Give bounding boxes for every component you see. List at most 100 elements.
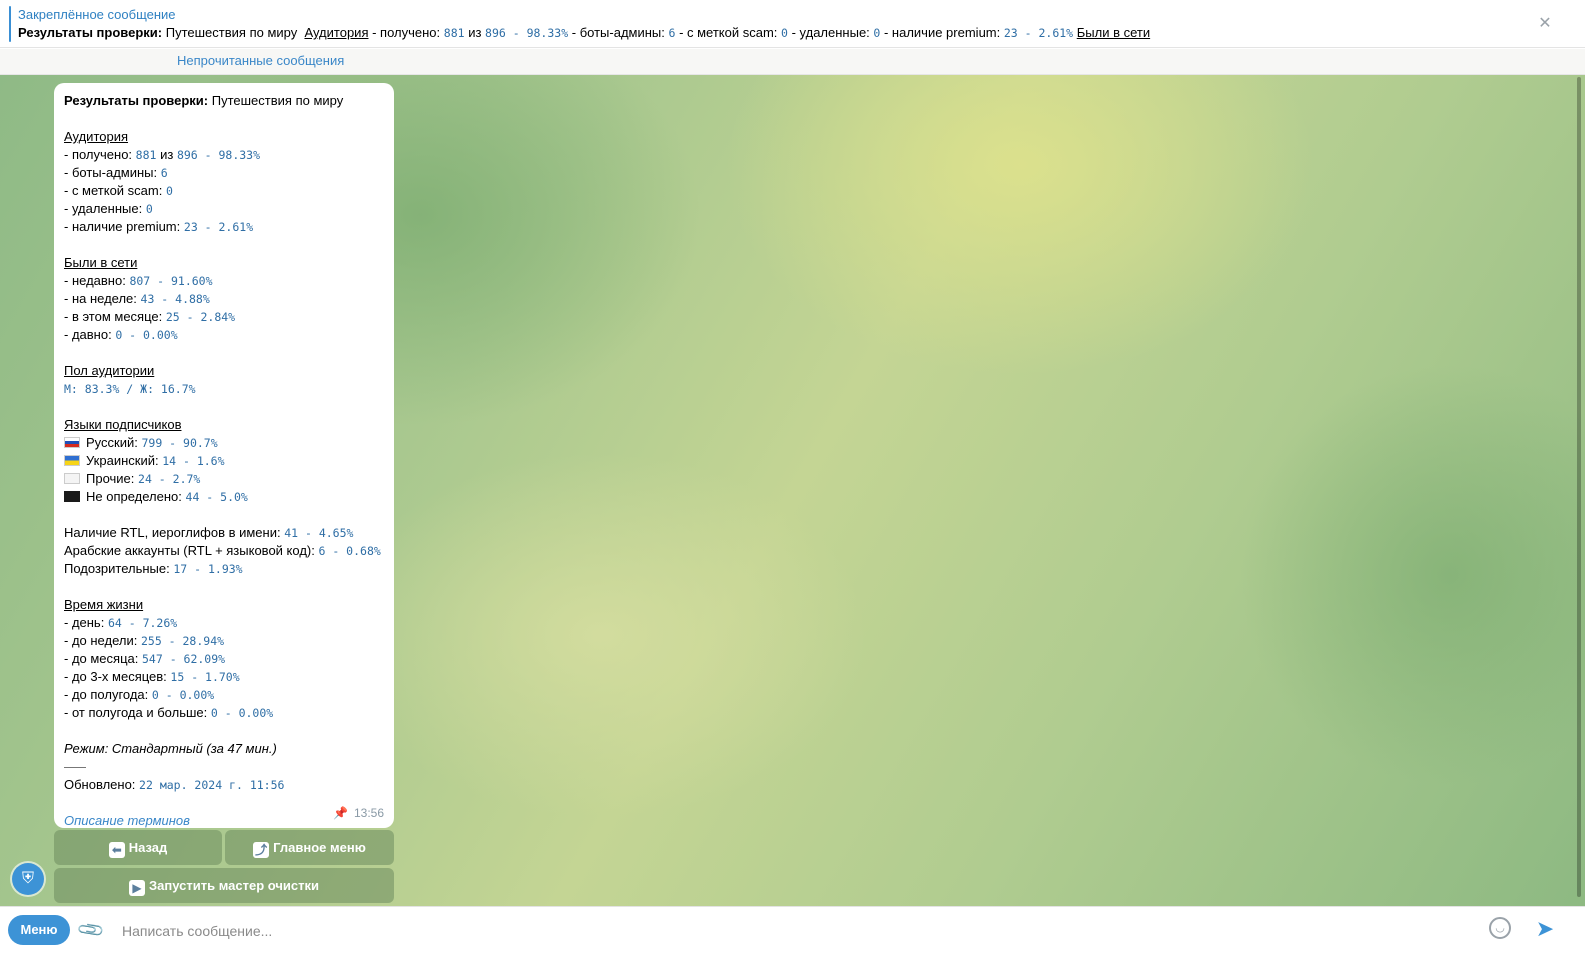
- updated-value: 22 мар. 2024 г. 11:56: [139, 778, 285, 792]
- lt-month-label: - до месяца:: [64, 651, 139, 666]
- ua-label: Украинский:: [86, 453, 159, 468]
- online-week: - на неделе: 43 - 4.88%: [64, 290, 384, 308]
- pinned-scam-label: - с меткой scam:: [679, 25, 778, 40]
- misc-arabic: Арабские аккаунты (RTL + языковой код): …: [64, 542, 384, 560]
- pinned-audience-link[interactable]: Аудитория: [304, 25, 368, 40]
- recent-value: 807 - 91.60%: [129, 274, 213, 288]
- pin-icon: 📌: [333, 806, 348, 820]
- arab-label: Арабские аккаунты (RTL + языковой код):: [64, 543, 315, 558]
- separator-line: [64, 767, 86, 769]
- undef-value: 44 - 5.0%: [185, 490, 248, 504]
- return-arrow-icon: ⤴: [253, 842, 270, 858]
- scam-label: - с меткой scam:: [64, 183, 163, 198]
- languages-heading: Языки подписчиков: [64, 417, 182, 432]
- day-value: 64 - 7.26%: [107, 616, 178, 630]
- updated-label: Обновлено:: [64, 777, 136, 792]
- pinned-received-total: 896 - 98.33%: [485, 26, 569, 40]
- other-value: 24 - 2.7%: [138, 472, 201, 486]
- audience-heading: Аудитория: [64, 129, 129, 144]
- half-value: 0 - 0.00%: [151, 688, 215, 702]
- cleanup-wizard-button[interactable]: ▶ Запустить мастер очистки: [54, 868, 394, 903]
- half-label: - до полугода:: [64, 687, 149, 702]
- send-icon[interactable]: ➤: [1533, 917, 1557, 941]
- audience-received: - получено: 881 из 896 - 98.33%: [64, 146, 384, 164]
- terms-link[interactable]: Описание терминов: [64, 813, 190, 828]
- pinned-deleted-label: - удаленные:: [791, 25, 870, 40]
- lt-month-value: 547 - 62.09%: [142, 652, 226, 666]
- week-value: 43 - 4.88%: [140, 292, 210, 306]
- lifetime-week: - до недели: 255 - 28.94%: [64, 632, 384, 650]
- pinned-channel: Путешествия по миру: [165, 25, 298, 40]
- audience-scam: - с меткой scam: 0: [64, 182, 384, 200]
- received-of: из: [160, 147, 174, 162]
- message-time: 13:56: [353, 806, 384, 820]
- audience-premium: - наличие premium: 23 - 2.61%: [64, 218, 384, 236]
- bots-value: 6: [160, 166, 168, 180]
- mode-line: Режим: Стандартный (за 47 мин.): [64, 741, 277, 756]
- online-recent: - недавно: 807 - 91.60%: [64, 272, 384, 290]
- unread-messages-bar: Непрочитанные сообщения: [0, 49, 1585, 75]
- week-label: - на неделе:: [64, 291, 137, 306]
- message-meta: 📌 13:56: [333, 806, 384, 820]
- ua-value: 14 - 1.6%: [162, 454, 225, 468]
- pinned-title: Закреплённое сообщение: [18, 7, 176, 22]
- message-bubble[interactable]: Результаты проверки: Путешествия по миру…: [54, 83, 394, 828]
- unread-label: Непрочитанные сообщения: [177, 53, 345, 68]
- scam-value: 0: [165, 184, 173, 198]
- received-value: 881: [135, 148, 157, 162]
- m3-value: 15 - 1.70%: [170, 670, 240, 684]
- lifetime-over: - от полугода и больше: 0 - 0.00%: [64, 704, 384, 722]
- menu-button[interactable]: Меню: [8, 915, 70, 945]
- pinned-premium-label: - наличие premium:: [883, 25, 1001, 40]
- online-heading: Были в сети: [64, 255, 138, 270]
- shield-bot-icon[interactable]: ⛨: [12, 863, 44, 895]
- received-label: - получено:: [64, 147, 133, 162]
- lifetime-3months: - до 3-х месяцев: 15 - 1.70%: [64, 668, 384, 686]
- month-label: - в этом месяце:: [64, 309, 163, 324]
- pinned-online-link[interactable]: Были в сети: [1077, 25, 1150, 40]
- over-value: 0 - 0.00%: [210, 706, 274, 720]
- misc-suspicious: Подозрительные: 17 - 1.93%: [64, 560, 384, 578]
- main-menu-button[interactable]: ⤴ Главное меню: [225, 830, 394, 865]
- unpin-icon[interactable]: ✕: [1533, 13, 1557, 35]
- chat-scrollbar[interactable]: [1577, 77, 1581, 897]
- cleanup-label: Запустить мастер очистки: [149, 878, 319, 893]
- separator: [64, 758, 384, 776]
- pinned-received-label: - получено:: [372, 25, 441, 40]
- rtl-value: 41 - 4.65%: [284, 526, 354, 540]
- day-label: - день:: [64, 615, 105, 630]
- emoji-icon[interactable]: ◡: [1489, 917, 1511, 939]
- arab-value: 6 - 0.68%: [318, 544, 381, 558]
- lang-undefined: Не определено: 44 - 5.0%: [64, 488, 384, 506]
- gender-value: М: 83.3% / Ж: 16.7%: [64, 380, 384, 398]
- chat-area[interactable]: Результаты проверки: Путешествия по миру…: [0, 75, 1585, 916]
- received-total: 896 - 98.33%: [176, 148, 261, 162]
- pinned-premium-value: 23 - 2.61%: [1003, 26, 1074, 40]
- play-icon: ▶: [129, 880, 145, 896]
- pinned-bots-value: 6: [668, 26, 676, 40]
- ru-value: 799 - 90.7%: [141, 436, 218, 450]
- deleted-value: 0: [145, 202, 153, 216]
- message-input[interactable]: [120, 917, 1464, 945]
- lifetime-halfyear: - до полугода: 0 - 0.00%: [64, 686, 384, 704]
- lang-other: Прочие: 24 - 2.7%: [64, 470, 384, 488]
- pinned-bots-label: - боты-админы:: [571, 25, 665, 40]
- back-label: Назад: [128, 840, 168, 855]
- over-label: - от полугода и больше:: [64, 705, 208, 720]
- gender-value-text: М: 83.3% / Ж: 16.7%: [64, 382, 196, 396]
- audience-bots: - боты-админы: 6: [64, 164, 384, 182]
- message-channel: Путешествия по миру: [211, 93, 344, 108]
- other-label: Прочие:: [86, 471, 135, 486]
- pinned-message-bar[interactable]: Закреплённое сообщение Результаты провер…: [0, 0, 1585, 48]
- pinned-scam-value: 0: [781, 26, 788, 40]
- ru-label: Русский:: [86, 435, 138, 450]
- deleted-label: - удаленные:: [64, 201, 143, 216]
- main-menu-label: Главное меню: [273, 840, 366, 855]
- premium-label: - наличие premium:: [64, 219, 181, 234]
- pinned-deleted-value: 0: [873, 26, 881, 40]
- paperclip-icon[interactable]: 📎: [76, 915, 107, 946]
- premium-value: 23 - 2.61%: [183, 220, 254, 234]
- pinned-preview: Результаты проверки: Путешествия по миру…: [18, 25, 1150, 40]
- ukraine-flag-icon: [64, 455, 80, 466]
- back-button[interactable]: ⬅ Назад: [54, 830, 222, 865]
